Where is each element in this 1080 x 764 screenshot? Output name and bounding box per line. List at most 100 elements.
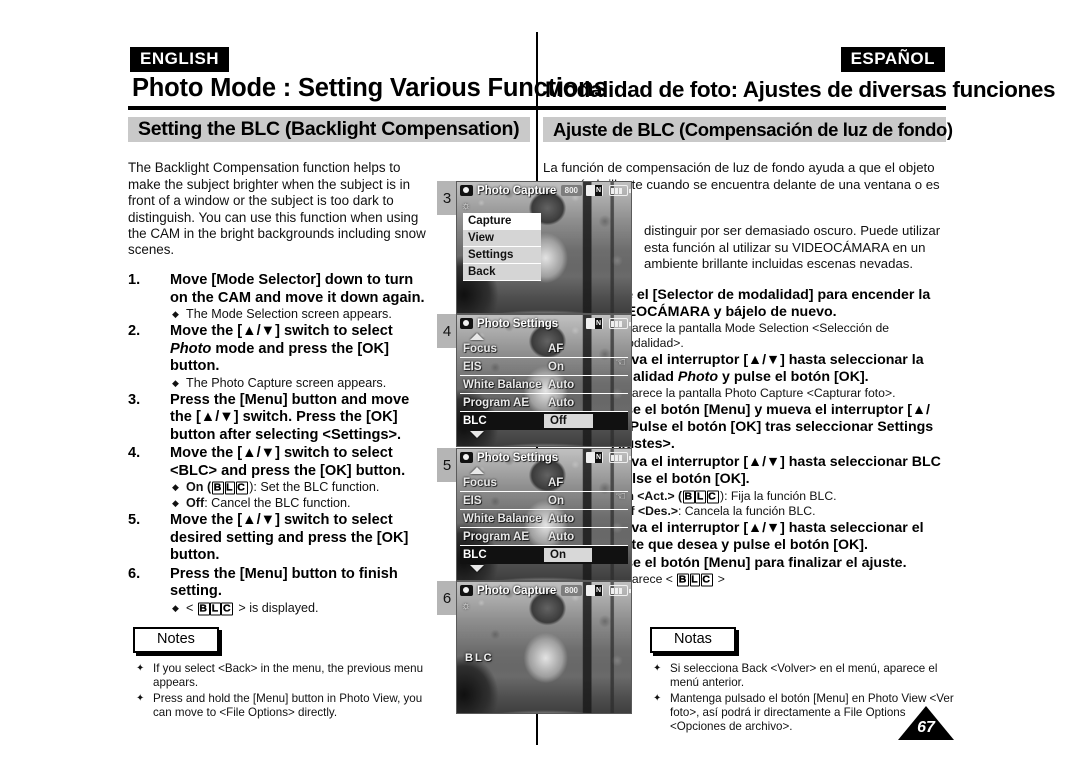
mode-menu-popup[interactable]: Capture View Settings Back [463,213,541,281]
language-badge-english: ENGLISH [130,47,230,72]
step-item: 5. Move the [▲/▼] switch to select desir… [128,512,428,565]
page-number: 67 [917,719,935,736]
tick-mark [555,713,557,714]
bullet-item-blc-displayed: < BLC > is displayed. [128,601,428,617]
step-bullets: < BLC > is displayed. [128,601,428,617]
step-number: 1. [128,272,141,289]
osd-title: Photo Capture [477,184,557,197]
setting-label: White Balance [463,512,542,525]
step-text-italic: Photo [677,368,719,385]
step-text: Mueva el interruptor [▲/▼] hasta selecci… [603,454,941,488]
setting-label: BLC [463,415,487,427]
bullet-off-text: : Cancela la función BLC. [677,504,816,519]
step-item: 1. Move [Mode Selector] down to turn on … [128,272,428,307]
settings-menu[interactable]: Focus AF EIS On White Balance Auto Progr… [457,466,631,580]
osd-status-bar: Photo Settings [457,449,631,466]
step-text: Move the [▲/▼] switch to select desired … [170,512,409,564]
step-item: 4. Move the [▲/▼] switch to select <BLC>… [128,445,428,480]
step-text: Baje el [Selector de modalidad] para enc… [603,286,931,321]
osd-title: Photo Settings [477,317,559,330]
step-text: Pulse el botón [Menu] y mueva el interru… [603,401,934,452]
menu-item-settings[interactable]: Settings [463,247,541,264]
notes-label: Notes [133,627,219,653]
setting-row-white-balance[interactable]: White Balance Auto [460,376,628,394]
screenshot-step-3: 3 Photo Capture 800 ☼ Capture View Setti… [437,181,632,315]
spanish-intro-part2: distinguir por ser demasiado oscuro. Pue… [644,223,941,272]
tick-mark [555,446,557,447]
setting-row-focus[interactable]: Focus AF [460,474,628,492]
menu-item-capture[interactable]: Capture [463,213,541,230]
screenshot-step-5: 5 Photo Settings Focus AF EIS On [437,448,632,582]
setting-label: BLC [463,549,487,561]
displayed-suffix: > is displayed. [238,600,319,615]
step-text: Pulse el botón [Menu] para finalizar el … [603,555,907,572]
step-text-italic: Photo [170,340,212,357]
notes-list: If you select <Back> in the menu, the pr… [128,662,438,720]
setting-row-program-ae[interactable]: Program AE Auto [460,528,628,546]
screenshot-step-number: 3 [437,181,457,215]
scroll-up-arrow-icon[interactable] [470,333,484,340]
step-item: 2. Move the [▲/▼] switch to select Photo… [128,323,428,376]
bullet-on-suffix: ): Fija la función BLC. [720,488,837,503]
osd-title: Photo Settings [477,451,559,464]
page-title-spanish: Modalidad de foto: Ajustes de diversas f… [545,77,1056,102]
osd-status-bar: Photo Settings [457,315,631,332]
setting-row-focus[interactable]: Focus AF [460,340,628,358]
menu-item-back[interactable]: Back [463,264,541,281]
scroll-up-arrow-icon[interactable] [470,467,484,474]
settings-menu[interactable]: Focus AF EIS On White Balance Auto Progr… [457,332,631,446]
setting-label: Program AE [463,530,530,543]
setting-row-eis[interactable]: EIS On [460,492,628,510]
photo-mode-icon [460,585,473,596]
camera-lcd: Photo Settings Focus AF EIS On White Bal… [456,314,632,447]
setting-value: AF [548,342,564,355]
step-text: Move [Mode Selector] down to turn on the… [170,272,425,306]
hand-icon: ☜ [615,489,626,503]
setting-row-blc[interactable]: BLC On [460,546,628,564]
step-number: 4. [128,445,141,462]
setting-value: Auto [548,530,575,543]
note-item: If you select <Back> in the menu, the pr… [128,662,438,690]
bullet-item: The Mode Selection screen appears. [128,307,428,322]
step-item: 3. Press the [Menu] button and move the … [128,392,428,445]
setting-row-white-balance[interactable]: White Balance Auto [460,510,628,528]
setting-value: Off [544,414,593,428]
setting-label: White Balance [463,378,542,391]
osd-blc-indicator: BLC [465,652,494,664]
setting-label: EIS [463,360,482,373]
step-text: Press the [Menu] button to finish settin… [170,565,398,600]
screenshot-step-6: 6 Photo Capture 800 ☼ BLC [437,581,632,715]
section-title-english: Setting the BLC (Backlight Compensation) [128,117,530,142]
setting-value: Auto [548,378,575,391]
step-bullets: The Photo Capture screen appears. [128,376,428,391]
step-item: 6. Press the [Menu] button to finish set… [128,566,428,601]
step-bullets: The Mode Selection screen appears. [128,307,428,322]
camera-lcd: Photo Settings Focus AF EIS On White Bal… [456,448,632,581]
screenshot-step-number: 6 [437,581,457,615]
blc-icon: BLC [677,573,713,587]
setting-row-program-ae[interactable]: Program AE Auto [460,394,628,412]
memory-card-icon [586,318,603,329]
camera-lcd: Photo Capture 800 ☼ Capture View Setting… [456,181,632,314]
anti-shake-icon: ☼ [461,200,472,212]
bullet-item: The Photo Capture screen appears. [128,376,428,391]
battery-icon [609,452,631,463]
english-steps: 1. Move [Mode Selector] down to turn on … [128,272,428,617]
setting-label: EIS [463,494,482,507]
hand-icon: ☜ [615,355,626,369]
setting-value: Auto [548,512,575,525]
setting-row-blc[interactable]: BLC Off [460,412,628,430]
step-text: Mueva el interruptor [▲/▼] hasta selecci… [603,352,949,386]
scroll-down-arrow-icon[interactable] [470,431,484,438]
setting-row-eis[interactable]: EIS On [460,358,628,376]
screenshot-step-number: 4 [437,314,457,348]
battery-icon [609,318,631,329]
bullet-on-prefix: On ( [186,480,212,495]
setting-value: Auto [548,396,575,409]
menu-item-view[interactable]: View [463,230,541,247]
step-text-before: Move the [▲/▼] switch to select [170,323,393,340]
scroll-down-arrow-icon[interactable] [470,565,484,572]
anti-shake-icon: ☼ [461,600,472,612]
memory-card-icon [586,585,603,596]
osd-status-bar: Photo Capture 800 [457,182,631,199]
